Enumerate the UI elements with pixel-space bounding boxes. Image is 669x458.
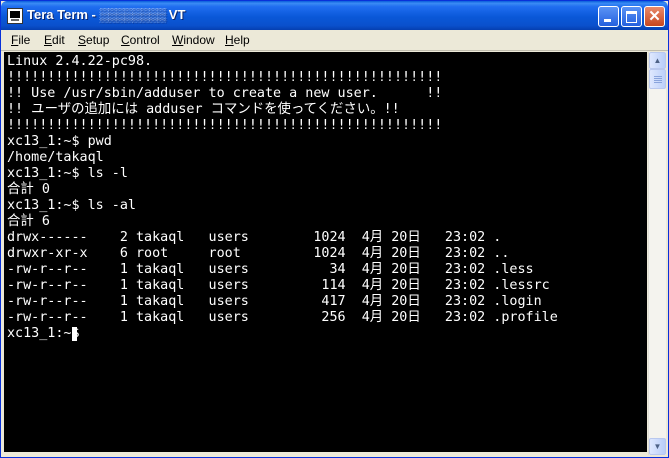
terminal-line: 合計 6 bbox=[7, 214, 50, 229]
menu-help-accel: H bbox=[225, 33, 234, 47]
window-title-text: Tera Term - bbox=[27, 7, 100, 22]
menu-file-rest: ile bbox=[18, 33, 31, 47]
terminal-line: !! ユーザの追加には adduser コマンドを使ってください。!! bbox=[7, 102, 400, 117]
terminal-line: drwxr-xr-x 6 root root 1024 4月 20日 23:02… bbox=[7, 246, 510, 261]
window-title: Tera Term - ▒▒▒▒▒▒▒▒ VT bbox=[27, 7, 185, 22]
menu-edit[interactable]: Edit bbox=[44, 33, 65, 47]
menu-window[interactable]: Window bbox=[172, 33, 215, 47]
vertical-scrollbar[interactable]: ▲ ▼ bbox=[648, 52, 666, 455]
menu-control-rest: ontrol bbox=[129, 33, 160, 47]
scroll-down-arrow-icon: ▼ bbox=[653, 442, 662, 451]
menu-setup[interactable]: Setup bbox=[78, 33, 109, 47]
terminal-line: !! Use /usr/sbin/adduser to create a new… bbox=[7, 86, 443, 101]
menu-control[interactable]: Control bbox=[121, 33, 160, 47]
menu-bar: File Edit Setup Control Window Help bbox=[1, 30, 668, 51]
window-title-suffix: VT bbox=[165, 7, 186, 22]
menu-edit-accel: E bbox=[44, 33, 53, 47]
menu-window-rest: indow bbox=[183, 33, 215, 47]
terminal-line: /home/takaql bbox=[7, 150, 104, 165]
terminal-line: !!!!!!!!!!!!!!!!!!!!!!!!!!!!!!!!!!!!!!!!… bbox=[7, 70, 443, 85]
minimize-icon bbox=[604, 19, 611, 22]
scroll-up-arrow-icon: ▲ bbox=[653, 56, 662, 65]
terminal-line: -rw-r--r-- 1 takaql users 256 4月 20日 23:… bbox=[7, 310, 558, 325]
menu-help-rest: elp bbox=[233, 33, 250, 47]
grip-icon bbox=[654, 76, 662, 83]
maximize-icon bbox=[626, 11, 637, 23]
minimize-button[interactable] bbox=[598, 6, 619, 27]
window-title-masked: ▒▒▒▒▒▒▒▒ bbox=[99, 7, 166, 22]
menu-file[interactable]: File bbox=[11, 33, 30, 47]
teraterm-terminal-icon[interactable] bbox=[7, 8, 23, 24]
terminal-line: -rw-r--r-- 1 takaql users 34 4月 20日 23:0… bbox=[7, 262, 534, 277]
scroll-up-button[interactable]: ▲ bbox=[649, 52, 666, 69]
terminal-line: 合計 0 bbox=[7, 182, 50, 197]
menu-help[interactable]: Help bbox=[225, 33, 250, 47]
menu-setup-rest: etup bbox=[86, 33, 110, 47]
scrollbar-thumb[interactable] bbox=[649, 69, 666, 89]
terminal-line: -rw-r--r-- 1 takaql users 417 4月 20日 23:… bbox=[7, 294, 542, 309]
terminal-prompt-line: xc13_1:~$ bbox=[7, 326, 80, 341]
terminal-screen[interactable]: Linux 2.4.22-pc98. !!!!!!!!!!!!!!!!!!!!!… bbox=[4, 52, 647, 452]
menu-window-accel: W bbox=[172, 33, 184, 47]
terminal-line: xc13_1:~$ ls -l bbox=[7, 166, 128, 181]
terminal-line: drwx------ 2 takaql users 1024 4月 20日 23… bbox=[7, 230, 502, 245]
tera-term-window: Tera Term - ▒▒▒▒▒▒▒▒ VT ✕ File Edit Setu… bbox=[0, 0, 669, 458]
menu-edit-rest: dit bbox=[52, 33, 65, 47]
close-icon: ✕ bbox=[648, 8, 661, 25]
terminal-line: Linux 2.4.22-pc98. bbox=[7, 54, 153, 69]
terminal-line: -rw-r--r-- 1 takaql users 114 4月 20日 23:… bbox=[7, 278, 550, 293]
terminal-line: !!!!!!!!!!!!!!!!!!!!!!!!!!!!!!!!!!!!!!!!… bbox=[7, 118, 443, 133]
maximize-button[interactable] bbox=[621, 6, 642, 27]
menu-control-accel: C bbox=[121, 33, 130, 47]
terminal-cursor bbox=[72, 327, 77, 341]
scroll-down-button[interactable]: ▼ bbox=[649, 438, 666, 455]
terminal-line: xc13_1:~$ ls -al bbox=[7, 198, 136, 213]
terminal-line: xc13_1:~$ pwd bbox=[7, 134, 112, 149]
menu-setup-accel: S bbox=[78, 33, 87, 47]
close-button[interactable]: ✕ bbox=[644, 6, 665, 27]
title-bar[interactable]: Tera Term - ▒▒▒▒▒▒▒▒ VT ✕ bbox=[1, 1, 668, 30]
